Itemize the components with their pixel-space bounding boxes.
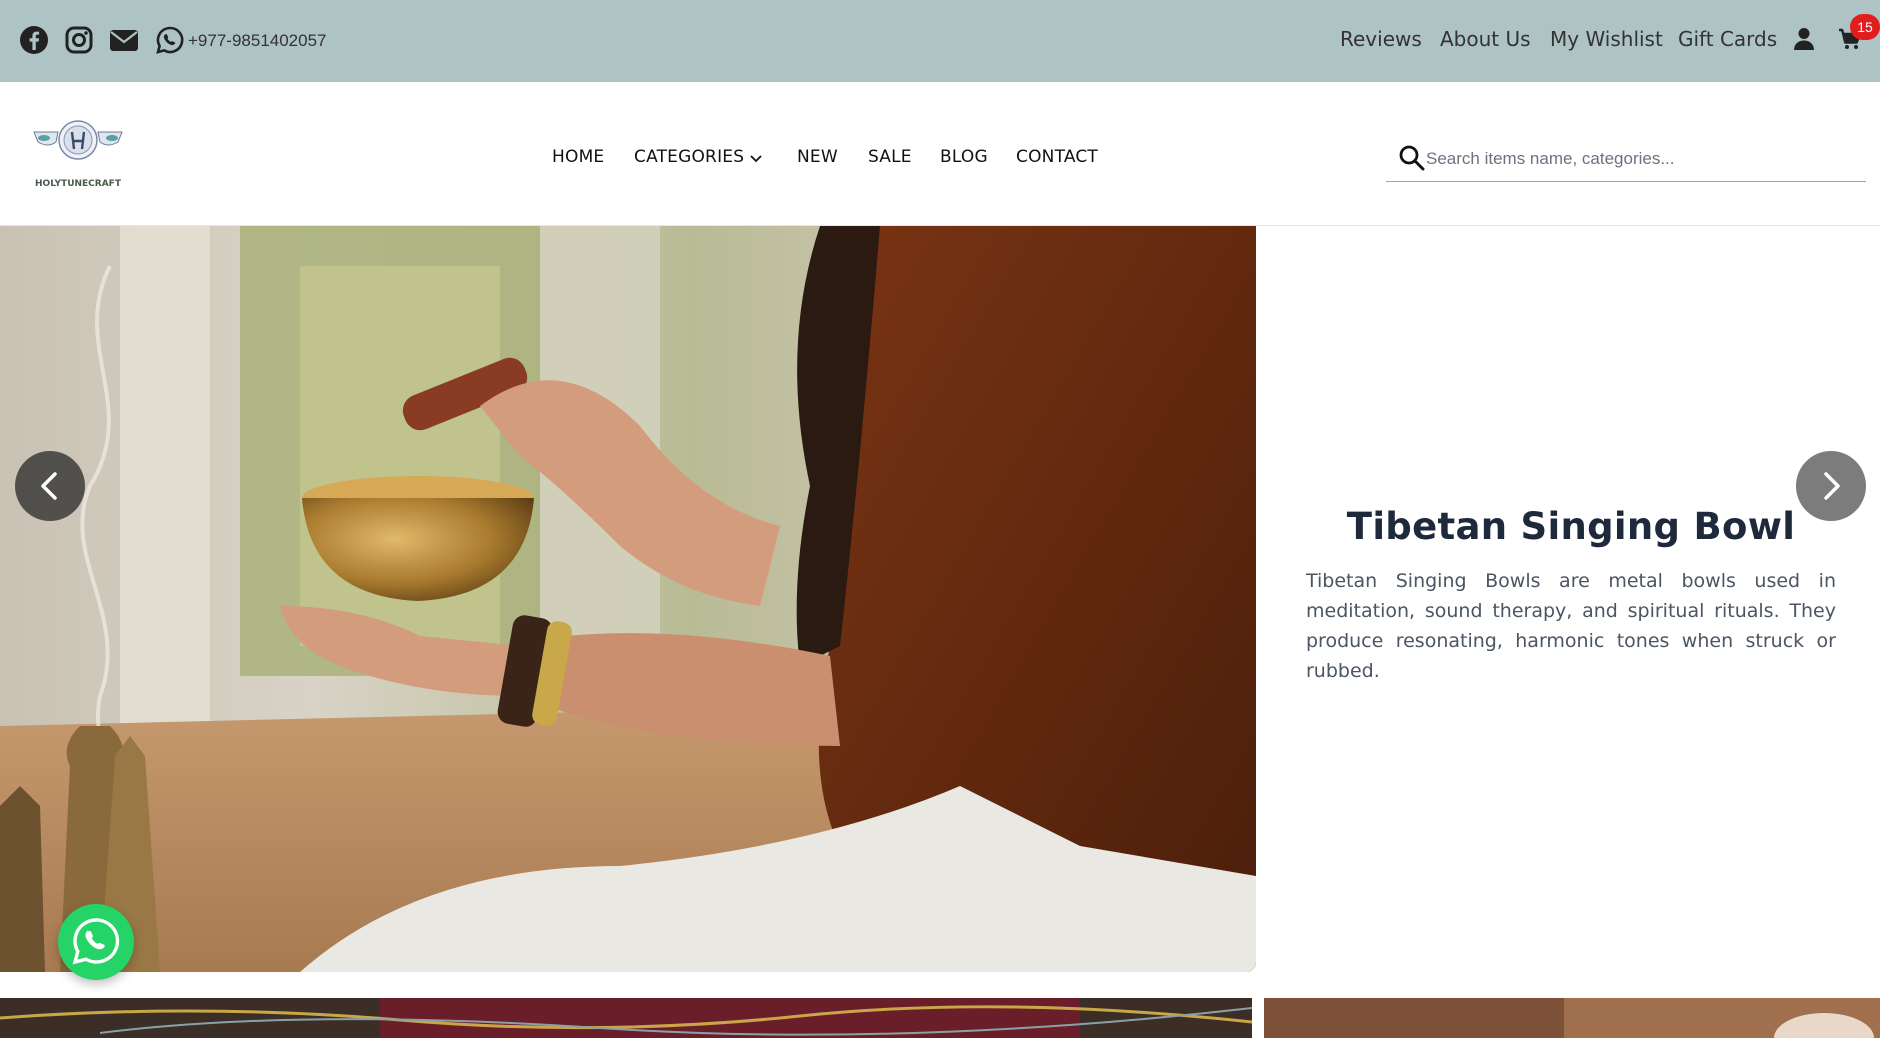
hero-description: Tibetan Singing Bowls are metal bowls us… — [1306, 570, 1836, 682]
logo-text: HOLYTUNECRAFT — [35, 179, 122, 189]
whatsapp-chat-button[interactable] — [58, 904, 134, 980]
mail-icon[interactable] — [108, 24, 140, 56]
facebook-icon[interactable] — [18, 24, 50, 56]
about-us-link[interactable]: About Us — [1440, 27, 1531, 51]
nav-new[interactable]: NEW — [797, 147, 838, 167]
phone-number[interactable]: +977-9851402057 — [188, 31, 327, 51]
category-image-right[interactable] — [1264, 998, 1880, 1038]
reviews-link[interactable]: Reviews — [1340, 27, 1422, 51]
nav-home[interactable]: HOME — [552, 147, 604, 167]
hero-text: Tibetan Singing Bowl Tibetan Singing Bow… — [1306, 505, 1836, 686]
nav-blog[interactable]: BLOG — [940, 147, 988, 167]
hero-title: Tibetan Singing Bowl — [1346, 505, 1796, 548]
category-image-left[interactable] — [0, 998, 1252, 1038]
nav-sale[interactable]: SALE — [868, 147, 912, 167]
instagram-icon[interactable] — [63, 24, 95, 56]
chevron-left-icon — [41, 472, 57, 500]
user-icon[interactable] — [1793, 27, 1815, 51]
nav-categories[interactable]: CATEGORIES — [634, 147, 744, 167]
whatsapp-icon[interactable] — [154, 24, 186, 56]
carousel-prev-button[interactable] — [15, 451, 85, 521]
search-bar — [1386, 138, 1866, 182]
nav-contact[interactable]: CONTACT — [1016, 147, 1098, 167]
cart-count-badge: 15 — [1850, 14, 1880, 40]
search-input[interactable] — [1426, 144, 1856, 174]
top-bar: +977-9851402057 Reviews About Us My Wish… — [0, 0, 1880, 82]
gift-cards-link[interactable]: Gift Cards — [1678, 27, 1777, 51]
hero-image — [0, 226, 1256, 972]
wishlist-link[interactable]: My Wishlist — [1550, 27, 1663, 51]
site-logo[interactable]: HOLYTUNECRAFT — [30, 120, 126, 192]
search-icon[interactable] — [1398, 144, 1426, 172]
main-header: HOLYTUNECRAFT HOME CATEGORIES NEW SALE B… — [0, 82, 1880, 226]
whatsapp-icon — [72, 918, 120, 965]
chevron-down-icon[interactable] — [748, 150, 764, 166]
